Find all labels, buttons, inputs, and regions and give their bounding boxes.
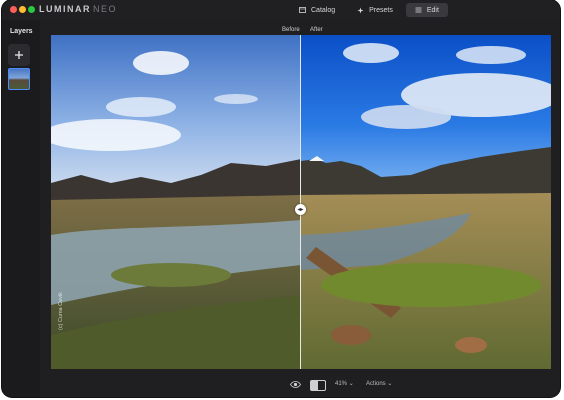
photo-canvas[interactable]: ◂▸ (c) Cuma Cevik (51, 35, 551, 369)
eye-icon[interactable] (290, 380, 301, 389)
chevron-down-icon: ⌄ (387, 381, 393, 387)
compare-divider[interactable] (300, 35, 301, 369)
actions-menu[interactable]: Actions ⌄ (366, 380, 392, 387)
zoom-selector[interactable]: 41% ⌄ (335, 380, 354, 387)
app-window: LUMINAR NEO Catalog Presets Edit Layers … (2, 0, 560, 397)
tab-catalog-label: Catalog (311, 6, 336, 14)
chevron-down-icon: ⌄ (348, 381, 354, 387)
resize-arrows-icon: ◂▸ (297, 207, 304, 213)
tab-presets[interactable]: Presets (348, 3, 402, 17)
zoom-window-button[interactable] (28, 6, 35, 13)
bottom-toolbar: 41% ⌄ Actions ⌄ (78, 376, 560, 396)
logo-sub: NEO (93, 4, 118, 14)
tab-presets-label: Presets (369, 6, 393, 14)
tab-edit[interactable]: Edit (405, 3, 448, 17)
edit-icon (415, 7, 422, 13)
layers-sidebar: Layers (2, 20, 40, 397)
app-logo: LUMINAR NEO (39, 4, 117, 14)
mode-tabs: Catalog Presets Edit (290, 3, 448, 17)
plus-icon (15, 51, 23, 59)
photo-watermark: (c) Cuma Cevik (58, 292, 64, 330)
layers-title: Layers (10, 28, 33, 35)
title-bar: LUMINAR NEO Catalog Presets Edit (2, 0, 560, 20)
minimize-window-button[interactable] (19, 6, 26, 13)
catalog-icon (299, 7, 306, 13)
zoom-value: 41% (335, 381, 348, 387)
presets-icon (357, 7, 364, 13)
image-viewport: Before After ◂▸ (c) Cuma Cevik 41% ⌄ Act… (40, 20, 560, 397)
layer-thumbnail[interactable] (8, 68, 30, 90)
compare-toggle-button[interactable] (310, 380, 326, 391)
actions-label: Actions (366, 381, 386, 387)
close-window-button[interactable] (10, 6, 17, 13)
add-layer-button[interactable] (8, 44, 30, 66)
logo-main: LUMINAR (39, 4, 91, 14)
after-label: After (310, 27, 323, 33)
before-label: Before (282, 27, 300, 33)
compare-handle[interactable]: ◂▸ (295, 204, 306, 215)
landscape-photo (51, 35, 551, 369)
tab-edit-label: Edit (426, 6, 439, 14)
tab-catalog[interactable]: Catalog (290, 3, 344, 17)
